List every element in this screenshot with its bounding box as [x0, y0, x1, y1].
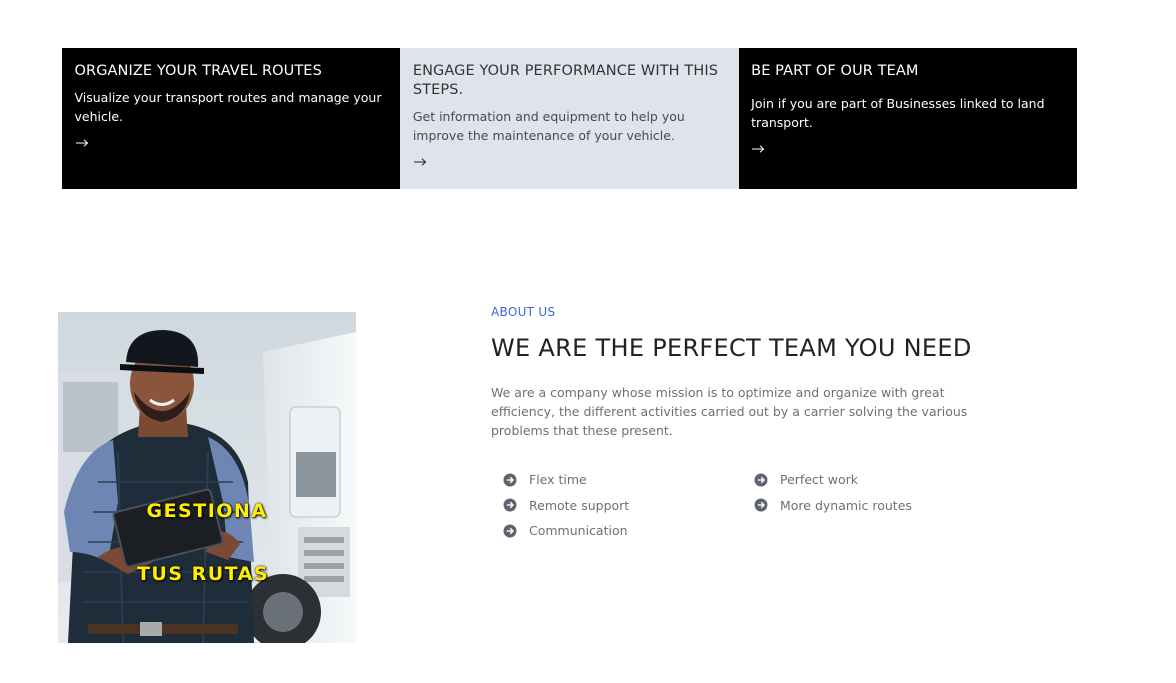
feature-item-perfect-work: Perfect work: [754, 467, 1005, 492]
arrow-right-icon[interactable]: [75, 138, 89, 148]
feature-label: Perfect work: [780, 472, 859, 487]
feature-item-communication: Communication: [503, 518, 754, 543]
feature-item-remote-support: Remote support: [503, 493, 754, 518]
card-text: Visualize your transport routes and mana…: [74, 90, 382, 124]
about-section: ABOUT US WE ARE THE PERFECT TEAM YOU NEE…: [491, 305, 1051, 544]
feature-label: Flex time: [529, 472, 587, 487]
section-eyebrow: ABOUT US: [491, 305, 556, 319]
circle-arrow-right-icon: [754, 498, 768, 512]
feature-cards: ORGANIZE YOUR TRAVEL ROUTES Visualize yo…: [62, 48, 1077, 189]
section-description: We are a company whose mission is to opt…: [491, 385, 968, 438]
feature-label: Remote support: [529, 497, 630, 513]
feature-label: More dynamic routes: [780, 497, 912, 513]
feature-item-flex-time: Flex time: [503, 467, 754, 492]
card-text: Get information and equipment to help yo…: [412, 109, 685, 143]
card-join-team[interactable]: BE PART OF OUR TEAM Join if you are part…: [738, 48, 1077, 189]
card-title: BE PART OF OUR TEAM: [751, 63, 919, 79]
card-engage-performance[interactable]: ENGAGE YOUR PERFORMANCE WITH THIS STEPS.…: [400, 48, 739, 189]
image-overlay-text-1: GESTIONA: [146, 500, 268, 522]
arrow-right-icon[interactable]: [751, 144, 765, 154]
about-image: GESTIONA TUS RUTAS: [58, 312, 356, 643]
feature-label: Communication: [529, 523, 628, 538]
circle-arrow-right-icon: [503, 498, 517, 512]
section-heading: WE ARE THE PERFECT TEAM YOU NEED: [491, 334, 972, 362]
circle-arrow-right-icon: [754, 473, 768, 486]
circle-arrow-right-icon: [503, 473, 517, 486]
arrow-right-icon[interactable]: [413, 157, 427, 167]
circle-arrow-right-icon: [503, 524, 517, 537]
feature-list: Flex time Perfect work Remote support Mo…: [491, 467, 1051, 544]
card-title: ORGANIZE YOUR TRAVEL ROUTES: [74, 63, 322, 79]
feature-item-dynamic-routes: More dynamic routes: [754, 493, 1005, 518]
card-text: Join if you are part of Businesses linke…: [751, 96, 1045, 130]
card-organize-routes[interactable]: ORGANIZE YOUR TRAVEL ROUTES Visualize yo…: [62, 48, 401, 189]
image-overlay-text-2: TUS RUTAS: [136, 563, 270, 585]
truck-driver-photo: [58, 312, 356, 643]
card-title: ENGAGE YOUR PERFORMANCE WITH THIS STEPS.: [412, 63, 719, 98]
